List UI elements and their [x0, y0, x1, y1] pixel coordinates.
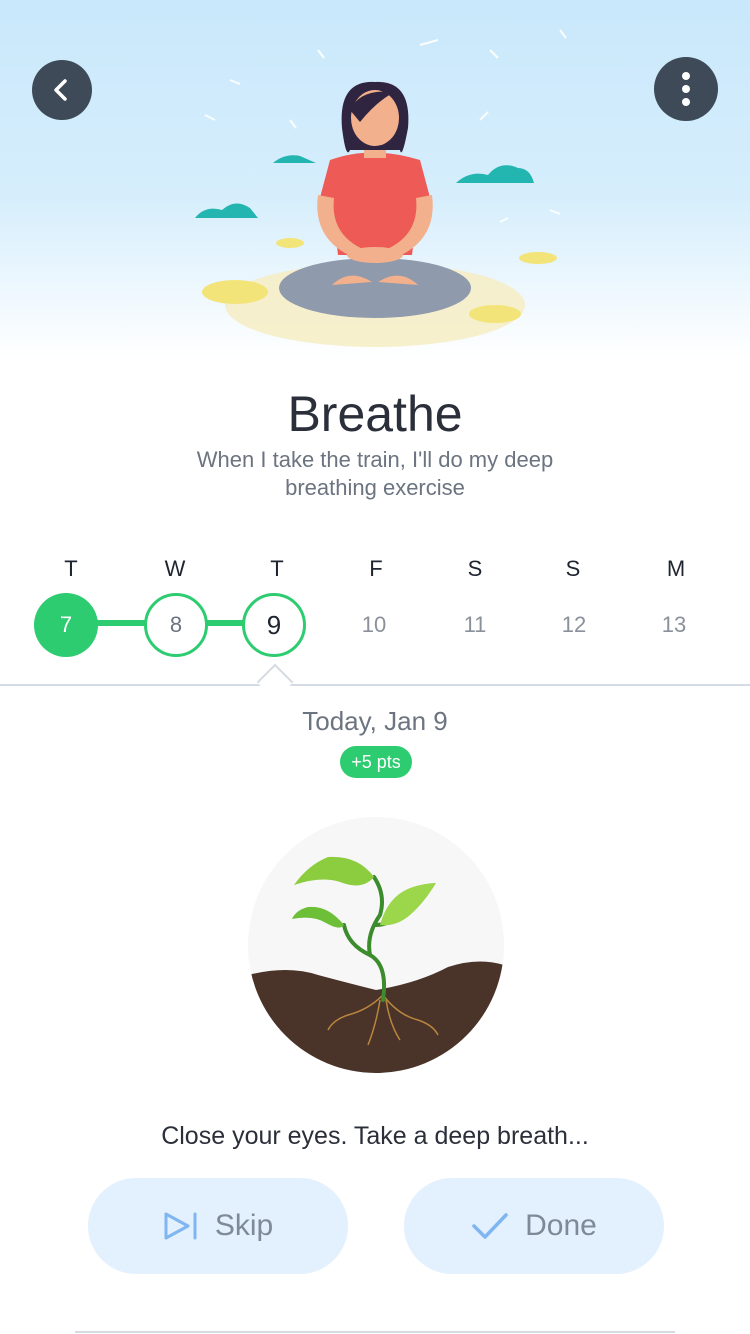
- plant-growth-illustration: [248, 817, 504, 1073]
- weekday-label: S: [467, 556, 483, 581]
- selected-date-label: Today, Jan 9: [302, 706, 448, 736]
- done-label: Done: [525, 1209, 597, 1242]
- points-badge: +5 pts: [340, 746, 412, 778]
- day-9-today[interactable]: 9: [242, 593, 306, 657]
- weekday-label: M: [666, 556, 686, 581]
- done-button[interactable]: Done: [404, 1178, 664, 1274]
- day-7-completed[interactable]: 7: [34, 593, 98, 657]
- weekday-label: T: [270, 556, 284, 581]
- weekday-label: F: [369, 556, 383, 581]
- week-calendar: T W T F S S M 7 8 9 10 11 12 13: [0, 0, 750, 700]
- skip-label: Skip: [214, 1209, 274, 1242]
- day-8[interactable]: 8: [144, 593, 208, 657]
- skip-button[interactable]: Skip: [88, 1178, 348, 1274]
- check-icon: [472, 1213, 508, 1239]
- day-12[interactable]: 12: [542, 593, 606, 657]
- weekday-label: W: [164, 556, 186, 581]
- weekday-label: S: [565, 556, 581, 581]
- bottom-divider: [75, 1331, 675, 1333]
- day-13[interactable]: 13: [642, 593, 706, 657]
- weekday-label: T: [64, 556, 78, 581]
- day-11[interactable]: 11: [443, 593, 507, 657]
- day-10[interactable]: 10: [342, 593, 406, 657]
- instruction-text: Close your eyes. Take a deep breath...: [161, 1122, 589, 1150]
- section-divider: [0, 684, 750, 686]
- skip-forward-icon: [164, 1212, 197, 1240]
